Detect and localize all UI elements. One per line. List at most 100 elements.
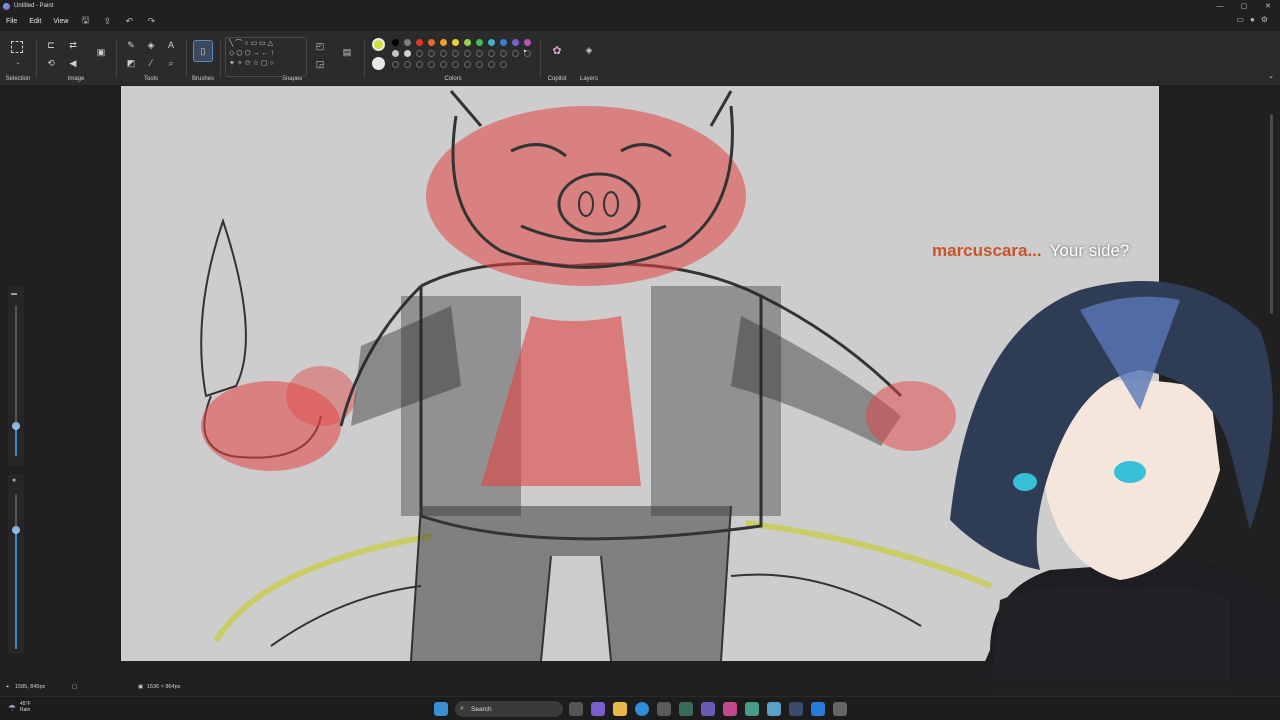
selection-icon[interactable] [11, 41, 23, 53]
chevron-down-icon[interactable]: ⌄ [11, 55, 25, 69]
edge-browser-icon[interactable] [635, 702, 649, 716]
brush-icon[interactable]: ▯ [193, 40, 213, 62]
teams-icon[interactable] [701, 702, 715, 716]
avatar-eye-left [1013, 473, 1037, 491]
resize-icon[interactable]: ⇄ [66, 38, 80, 52]
copilot-group: ✿ Copilot [542, 31, 572, 85]
color-swatch[interactable] [476, 50, 483, 57]
opacity-slider[interactable]: ● [8, 474, 24, 654]
profile-icon[interactable]: ● [1250, 15, 1261, 24]
shapes-gallery[interactable]: ╲⌒○▭▭△ ◇⬠⬡→←↑ ✦✧✩☆▢○ [225, 37, 307, 77]
active-color-primary[interactable] [372, 38, 385, 51]
shapes-row: ◇⬠⬡→←↑ [229, 50, 277, 57]
menu-edit[interactable]: Edit [23, 18, 47, 25]
paint-taskbar-icon[interactable] [745, 702, 759, 716]
store-icon[interactable] [657, 702, 671, 716]
rotate-icon[interactable]: ⟲ [44, 56, 58, 70]
chat-text: Your side? [1049, 241, 1130, 260]
undo-icon[interactable]: ↶ [118, 16, 140, 27]
color-swatch[interactable] [464, 61, 471, 68]
color-swatch[interactable] [500, 39, 507, 46]
brush-size-slider[interactable]: ▬ [8, 286, 24, 466]
app-icon[interactable] [679, 702, 693, 716]
minimize-button[interactable]: — [1208, 0, 1232, 12]
color-picker-icon[interactable]: ⁄ [144, 56, 158, 70]
settings-gear-icon[interactable]: ⚙ [1261, 15, 1274, 24]
color-swatch[interactable] [392, 39, 399, 46]
file-explorer-icon[interactable] [613, 702, 627, 716]
window-title: Untitled - Paint [14, 3, 54, 9]
color-swatch[interactable] [440, 61, 447, 68]
cursor-position: 1585, 845px [15, 684, 46, 690]
crop-icon[interactable]: ⊏ [44, 38, 58, 52]
color-swatch[interactable] [488, 50, 495, 57]
fill-bucket-icon[interactable]: ◈ [144, 38, 158, 52]
redo-icon[interactable]: ↷ [140, 16, 162, 27]
menu-file[interactable]: File [0, 18, 23, 25]
shape-outline-icon[interactable]: ◰ [313, 39, 327, 53]
app-icon[interactable] [723, 702, 737, 716]
color-swatch[interactable] [476, 39, 483, 46]
copilot-label: Copilot [547, 76, 567, 82]
maximize-button[interactable]: ▢ [1232, 0, 1256, 12]
color-swatch[interactable] [452, 61, 459, 68]
paint-app-icon [3, 2, 10, 10]
copilot-taskbar-icon[interactable] [591, 702, 605, 716]
steam-icon[interactable] [789, 702, 803, 716]
color-swatch[interactable] [404, 39, 411, 46]
color-swatch[interactable] [392, 61, 399, 68]
eraser-icon[interactable]: ◩ [124, 56, 138, 70]
color-swatch[interactable] [440, 50, 447, 57]
share-icon[interactable]: ⇪ [96, 16, 118, 27]
color-swatch[interactable] [476, 61, 483, 68]
slider-knob[interactable] [12, 422, 20, 430]
color-swatch[interactable] [500, 61, 507, 68]
color-swatch[interactable] [452, 39, 459, 46]
divider [116, 39, 117, 77]
image-select-icon[interactable]: ▣ [94, 45, 108, 59]
taskbar-search[interactable]: ⌕ Search [455, 701, 563, 717]
color-swatch[interactable] [404, 61, 411, 68]
color-swatch[interactable] [464, 39, 471, 46]
color-swatch[interactable] [404, 50, 411, 57]
app-icon[interactable] [767, 702, 781, 716]
canvas-size-icon: ▣ [138, 684, 144, 690]
avatar-eye-right [1114, 461, 1146, 483]
color-swatch[interactable] [416, 50, 423, 57]
color-swatch[interactable] [416, 39, 423, 46]
edit-colors-icon[interactable]: ◔ [517, 45, 531, 59]
save-icon[interactable]: 🖫 [74, 13, 96, 29]
close-button[interactable]: ✕ [1256, 0, 1280, 12]
active-color-secondary[interactable] [372, 57, 385, 70]
comment-icon[interactable]: ▭ [1236, 15, 1250, 24]
color-swatch[interactable] [428, 61, 435, 68]
color-swatch[interactable] [440, 39, 447, 46]
menu-view[interactable]: View [47, 18, 74, 25]
image-label: Image [67, 76, 85, 82]
ribbon-right-tools: ▭●⚙ [1236, 15, 1274, 24]
shape-style-icon[interactable]: ▤ [340, 45, 354, 59]
magnifier-icon[interactable]: ⌕ [164, 56, 178, 70]
color-swatch[interactable] [464, 50, 471, 57]
color-swatch[interactable] [428, 39, 435, 46]
task-view-icon[interactable] [569, 702, 583, 716]
app-icon[interactable] [811, 702, 825, 716]
text-tool-icon[interactable]: A [164, 38, 178, 52]
color-swatch[interactable] [500, 50, 507, 57]
slider-knob[interactable] [12, 526, 20, 534]
color-swatch[interactable] [392, 50, 399, 57]
color-swatch[interactable] [452, 50, 459, 57]
layers-group: ◈ Layers [574, 31, 604, 85]
layers-icon[interactable]: ◈ [582, 43, 596, 57]
ground-line [730, 573, 922, 627]
shape-fill-icon[interactable]: ◲ [313, 57, 327, 71]
color-swatch[interactable] [488, 61, 495, 68]
settings-icon[interactable] [833, 702, 847, 716]
flip-icon[interactable]: ◀ [66, 56, 80, 70]
color-swatch[interactable] [416, 61, 423, 68]
color-swatch[interactable] [488, 39, 495, 46]
pencil-icon[interactable]: ✎ [124, 38, 138, 52]
start-menu-icon[interactable] [434, 702, 448, 716]
copilot-icon[interactable]: ✿ [550, 43, 564, 57]
color-swatch[interactable] [428, 50, 435, 57]
